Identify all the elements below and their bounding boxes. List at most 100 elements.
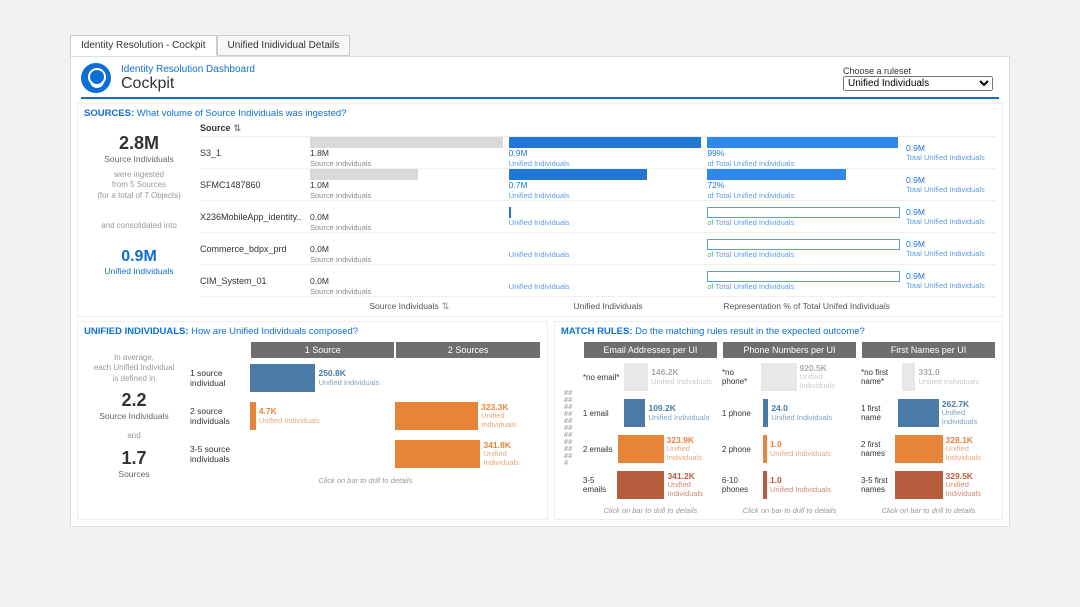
tab-unified-individual-details[interactable]: Unified Inidividual Details xyxy=(217,35,351,56)
source-individuals-bar[interactable] xyxy=(310,137,503,148)
ukpi-line1: In average, xyxy=(88,353,180,363)
match-row: 1 email 109.2KUnified Individuals xyxy=(583,395,718,431)
dashboard-subtitle: Identity Resolution Dashboard xyxy=(121,64,833,75)
match-row: 1 phone 24.0Unified Individuals xyxy=(722,395,857,431)
representation-bar[interactable] xyxy=(707,239,900,250)
match-row: *no first name* 331.0Unified Individuals xyxy=(861,359,996,395)
col-2-sources[interactable]: 2 Sources xyxy=(395,341,540,359)
match-row: 2 first names 328.1KUnified Individuals xyxy=(861,431,996,467)
match-col-header[interactable]: Email Addresses per UI xyxy=(583,341,718,359)
col-source[interactable]: Source xyxy=(200,123,310,134)
source-row: S3_1 1.8M Source Individuals 0.9M Unifie… xyxy=(200,137,996,169)
unified-panel: UNIFIED INDIVIDUALS: How are Unified Ind… xyxy=(77,321,548,520)
ruleset-label: Choose a ruleset xyxy=(843,66,993,76)
match-bar[interactable] xyxy=(895,435,942,463)
representation-bar[interactable] xyxy=(707,207,900,218)
total-unified: 0.9MTotal Unified Individuals xyxy=(906,207,996,226)
match-row: 6-10 phones 1.0Unified Individuals xyxy=(722,467,857,503)
kpi-unified-individuals-label: Unified Individuals xyxy=(88,266,190,276)
match-row-label: 6-10 phones xyxy=(722,476,760,494)
header-divider xyxy=(81,97,999,99)
total-unified: 0.9MTotal Unified Individuals xyxy=(906,143,996,162)
sources-kpi: 2.8M Source Individuals were ingested fr… xyxy=(84,123,194,312)
unified-row: 3-5 source individuals 341.8KUnified Ind… xyxy=(190,435,541,473)
source-name: CIM_System_01 xyxy=(200,276,310,286)
match-row-label: *no email* xyxy=(583,373,621,382)
unified-row-label: 1 source individual xyxy=(190,368,250,388)
match-col-header[interactable]: Phone Numbers per UI xyxy=(722,341,857,359)
col-1-source[interactable]: 1 Source xyxy=(250,341,395,359)
match-bar[interactable] xyxy=(624,363,648,391)
ukpi-and: and xyxy=(88,431,180,441)
match-column: Email Addresses per UI *no email* 146.2K… xyxy=(583,341,718,515)
match-bar[interactable] xyxy=(763,471,767,499)
total-unified: 0.9MTotal Unified Individuals xyxy=(906,175,996,194)
unified-bar[interactable] xyxy=(250,364,315,392)
total-unified: 0.9MTotal Unified Individuals xyxy=(906,271,996,290)
unified-hint: Click on bar to drill to details xyxy=(190,476,541,485)
match-row: 2 emails 323.9KUnified Individuals xyxy=(583,431,718,467)
dashboard-title: Cockpit xyxy=(121,75,833,93)
match-row: *no phone* 920.5KUnified Individuals xyxy=(722,359,857,395)
source-individuals-bar[interactable] xyxy=(310,169,418,180)
header: Identity Resolution Dashboard Cockpit Ch… xyxy=(71,57,1009,97)
source-name: S3_1 xyxy=(200,148,310,158)
unified-row: 2 source individuals 4.7KUnified Individ… xyxy=(190,397,541,435)
source-name: X236MobileApp_identity.. xyxy=(200,212,310,222)
match-subtitle: Do the matching rules result in the expe… xyxy=(635,326,865,337)
representation-bar[interactable] xyxy=(707,137,898,148)
match-hint: Click on bar to drill to details xyxy=(861,506,996,515)
ukpi-sources-label: Sources xyxy=(88,469,180,479)
match-bar[interactable] xyxy=(763,399,768,427)
match-panel: MATCH RULES: Do the matching rules resul… xyxy=(554,321,1003,520)
match-bar[interactable] xyxy=(895,471,942,499)
unified-bar[interactable] xyxy=(395,440,480,468)
foot-source-individuals[interactable]: Source Individuals xyxy=(310,301,509,312)
match-row-label: 3-5 first names xyxy=(861,476,893,494)
hash-divider: ##################### xyxy=(564,390,576,467)
ukpi-sources: 1.7 xyxy=(88,448,180,469)
match-bar[interactable] xyxy=(761,363,797,391)
source-name: SFMC1487860 xyxy=(200,180,310,190)
source-row: X236MobileApp_identity.. 0.0M Source Ind… xyxy=(200,201,996,233)
representation-bar[interactable] xyxy=(707,169,846,180)
unified-subtitle: How are Unified Individuals composed? xyxy=(191,326,358,337)
match-hint: Click on bar to drill to details xyxy=(583,506,718,515)
unified-individuals-bar[interactable] xyxy=(509,137,702,148)
match-bar[interactable] xyxy=(902,363,916,391)
kpi-unified-individuals-count[interactable]: 0.9M xyxy=(88,248,190,266)
ukpi-source-individuals-label: Source Individuals xyxy=(88,411,180,421)
source-row: Commerce_bdpx_prd 0.0M Source Individual… xyxy=(200,233,996,265)
match-row: *no email* 146.2KUnified Individuals xyxy=(583,359,718,395)
tab-bar: Identity Resolution - Cockpit Unified In… xyxy=(70,35,1010,56)
source-row: SFMC1487860 1.0M Source Individuals 0.7M… xyxy=(200,169,996,201)
match-title: MATCH RULES: xyxy=(561,326,633,337)
match-bar[interactable] xyxy=(617,471,664,499)
source-name: Commerce_bdpx_prd xyxy=(200,244,310,254)
ruleset-select[interactable]: Unified Individuals xyxy=(843,76,993,91)
unified-bar[interactable] xyxy=(250,402,256,430)
match-row: 1 first name 262.7KUnified Individuals xyxy=(861,395,996,431)
match-bar[interactable] xyxy=(763,435,767,463)
kpi-source-individuals-label: Source Individuals xyxy=(88,154,190,164)
match-bar[interactable] xyxy=(898,399,939,427)
match-row: 3-5 first names 329.5KUnified Individual… xyxy=(861,467,996,503)
match-row-label: 1 phone xyxy=(722,409,760,418)
foot-unified-individuals: Unified Individuals xyxy=(509,301,708,312)
match-column: First Names per UI *no first name* 331.0… xyxy=(861,341,996,515)
unified-bar[interactable] xyxy=(395,402,478,430)
match-row-label: 3-5 emails xyxy=(583,476,615,494)
unified-individuals-bar[interactable] xyxy=(509,207,511,218)
unified-individuals-bar[interactable] xyxy=(509,169,648,180)
match-bar[interactable] xyxy=(624,399,646,427)
kpi-line4: and consolidated into xyxy=(88,221,190,231)
match-col-header[interactable]: First Names per UI xyxy=(861,341,996,359)
total-unified: 0.9MTotal Unified Individuals xyxy=(906,239,996,258)
sources-panel: SOURCES: What volume of Source Individua… xyxy=(77,103,1003,317)
unified-kpi: In average, each Unified Individual is d… xyxy=(84,341,184,485)
tab-cockpit[interactable]: Identity Resolution - Cockpit xyxy=(70,35,217,56)
match-row-label: *no phone* xyxy=(722,368,758,386)
match-row-label: 2 emails xyxy=(583,445,615,454)
match-bar[interactable] xyxy=(618,435,664,463)
representation-bar[interactable] xyxy=(707,271,900,282)
